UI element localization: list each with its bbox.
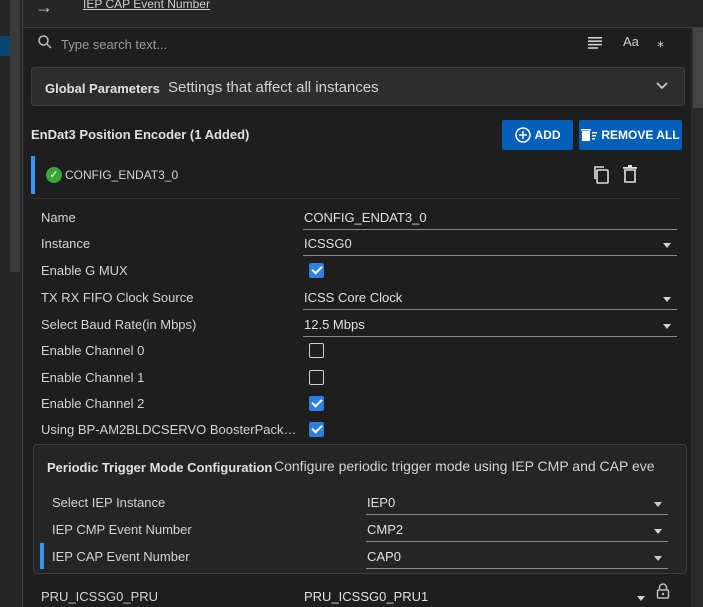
- dropdown-arrow-icon: [654, 556, 662, 561]
- field-label: Enable G MUX: [41, 263, 128, 278]
- panel-scrollbar[interactable]: [691, 28, 703, 607]
- dropdown-arrow-icon: [654, 529, 662, 534]
- left-sidebar: [0, 0, 22, 607]
- chevron-down-icon[interactable]: [656, 82, 668, 90]
- field-name: Name CONFIG_ENDAT3_0: [23, 206, 683, 230]
- global-parameters-description: Settings that affect all instances: [168, 79, 379, 96]
- dropdown-arrow-icon: [637, 596, 645, 601]
- left-sidebar-selection[interactable]: [0, 36, 10, 56]
- field-label: Using BP-AM2BLDCSERVO BoosterPack…: [41, 422, 297, 437]
- field-label: IEP CMP Event Number: [52, 522, 192, 537]
- global-parameters-section[interactable]: Global Parameters Settings that affect a…: [31, 67, 685, 106]
- copy-icon[interactable]: [592, 165, 610, 185]
- field-label: Select Baud Rate(in Mbps): [41, 317, 197, 332]
- dropdown-arrow-icon: [654, 502, 662, 507]
- field-channel-1: Enable Channel 1: [23, 366, 683, 390]
- trash-icon[interactable]: [622, 165, 638, 183]
- field-label: Instance: [41, 236, 91, 251]
- field-enable-g-mux: Enable G MUX: [23, 259, 683, 283]
- boosterpack-checkbox[interactable]: [309, 422, 324, 437]
- global-parameters-title: Global Parameters: [45, 81, 160, 96]
- divider: [31, 198, 681, 199]
- field-label: Enable Channel 0: [41, 343, 145, 358]
- field-label: Select IEP Instance: [52, 495, 166, 510]
- periodic-trigger-description: Configure periodic trigger mode using IE…: [274, 458, 655, 474]
- config-panel: → IEP CAP Event Number Aa ⁎ Global Param…: [22, 0, 703, 607]
- search-input[interactable]: [61, 32, 581, 56]
- field-label: Name: [41, 210, 76, 225]
- arrow-right-icon[interactable]: →: [35, 0, 53, 18]
- remove-all-label: REMOVE ALL: [601, 128, 680, 142]
- instance-select[interactable]: ICSSG0: [303, 236, 677, 256]
- check-circle-icon: ✓: [46, 167, 62, 183]
- field-label: TX RX FIFO Clock Source: [41, 290, 194, 305]
- iep-cap-select[interactable]: CAP0: [366, 549, 668, 569]
- add-button[interactable]: ADD: [502, 120, 573, 150]
- channel-2-checkbox[interactable]: [309, 396, 324, 411]
- field-label: Enable Channel 2: [41, 396, 145, 411]
- field-iep-instance: Select IEP Instance IEP0: [34, 491, 684, 515]
- list-view-icon[interactable]: [588, 37, 602, 49]
- field-label: Enable Channel 1: [41, 370, 145, 385]
- instance-header[interactable]: ✓ CONFIG_ENDAT3_0: [31, 156, 681, 194]
- field-baud-rate: Select Baud Rate(in Mbps) 12.5 Mbps: [23, 313, 683, 337]
- iep-instance-select[interactable]: IEP0: [366, 495, 668, 515]
- baud-rate-select[interactable]: 12.5 Mbps: [303, 317, 677, 337]
- magic-wand-icon[interactable]: ⁎: [657, 34, 664, 51]
- field-instance: Instance ICSSG0: [23, 232, 683, 256]
- dropdown-arrow-icon: [663, 324, 671, 329]
- add-button-label: ADD: [534, 128, 561, 142]
- field-iep-cap: IEP CAP Event Number CAP0: [34, 545, 684, 569]
- remove-all-button[interactable]: REMOVE ALL: [579, 120, 682, 150]
- field-iep-cmp: IEP CMP Event Number CMP2: [34, 518, 684, 542]
- search-icon: [38, 35, 52, 49]
- field-label: IEP CAP Event Number: [52, 549, 190, 564]
- field-channel-2: Enable Channel 2: [23, 392, 683, 416]
- field-pru: PRU_ICSSG0_PRU PRU_ICSSG0_PRU1: [23, 585, 683, 607]
- top-bar: → IEP CAP Event Number: [23, 0, 703, 28]
- left-sidebar-scrollbar[interactable]: [10, 0, 20, 272]
- pru-select[interactable]: PRU_ICSSG0_PRU1: [303, 589, 651, 607]
- channel-1-checkbox[interactable]: [309, 370, 324, 385]
- field-boosterpack: Using BP-AM2BLDCSERVO BoosterPack…: [23, 418, 683, 442]
- section-title: EnDat3 Position Encoder (1 Added): [31, 127, 250, 142]
- enable-g-mux-checkbox[interactable]: [309, 263, 324, 278]
- search-bar: Aa ⁎: [31, 30, 691, 58]
- periodic-trigger-title[interactable]: Periodic Trigger Mode Configuration: [47, 460, 272, 475]
- field-label: PRU_ICSSG0_PRU: [41, 589, 159, 604]
- dropdown-arrow-icon: [663, 243, 671, 248]
- dropdown-arrow-icon: [663, 297, 671, 302]
- breadcrumb[interactable]: IEP CAP Event Number: [83, 0, 210, 11]
- delete-sweep-icon: [581, 129, 598, 141]
- name-input[interactable]: CONFIG_ENDAT3_0: [303, 210, 677, 230]
- scrollbar-thumb[interactable]: [693, 28, 703, 108]
- lock-icon[interactable]: [656, 583, 670, 599]
- channel-0-checkbox[interactable]: [309, 343, 324, 358]
- periodic-trigger-section: Periodic Trigger Mode Configuration Conf…: [33, 444, 687, 574]
- match-case-icon[interactable]: Aa: [623, 34, 639, 49]
- field-channel-0: Enable Channel 0: [23, 339, 683, 363]
- iep-cmp-select[interactable]: CMP2: [366, 522, 668, 542]
- fifo-clock-select[interactable]: ICSS Core Clock: [303, 290, 677, 310]
- instance-name: CONFIG_ENDAT3_0: [65, 168, 179, 182]
- add-circle-icon: [514, 127, 531, 143]
- instance-selection-bar: [31, 156, 35, 194]
- field-fifo-clock: TX RX FIFO Clock Source ICSS Core Clock: [23, 286, 683, 310]
